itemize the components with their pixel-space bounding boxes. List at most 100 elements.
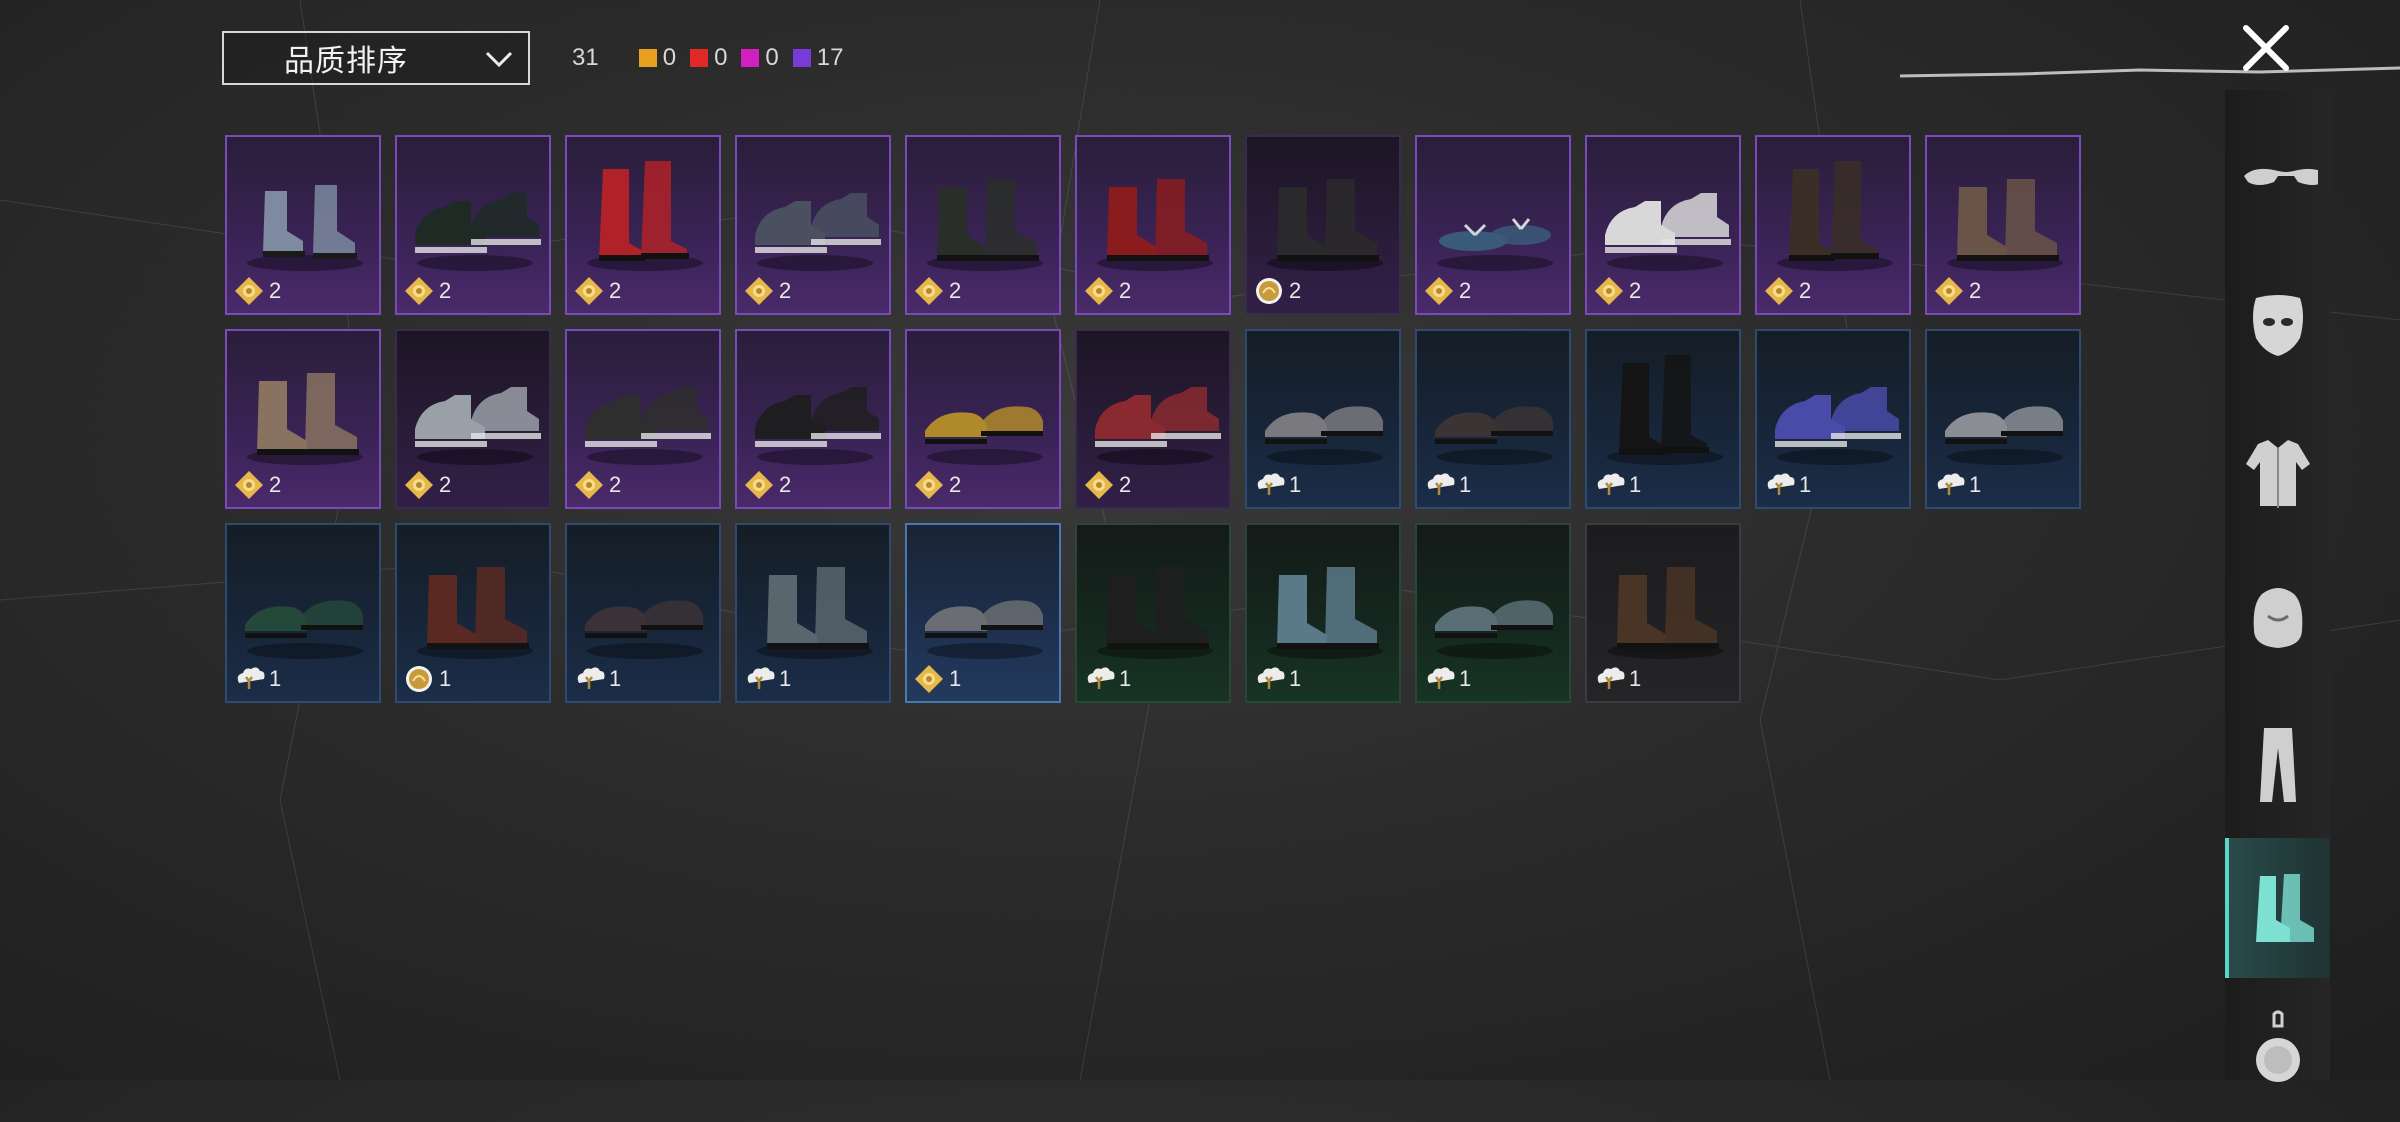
shoe-item-tile[interactable]: 1 — [905, 523, 1061, 703]
shoe-icon — [1267, 567, 1383, 659]
item-count: 1 — [609, 666, 622, 691]
sidebar-item-glasses[interactable] — [2225, 118, 2330, 258]
chevron-down-icon — [485, 51, 513, 68]
diamond-badge-icon — [915, 277, 943, 305]
item-count: 2 — [609, 472, 622, 497]
shoe-icon — [1947, 179, 2063, 271]
diamond-badge-icon — [1085, 277, 1113, 305]
shoe-icon — [1607, 355, 1723, 465]
diamond-badge-icon — [745, 471, 773, 499]
item-count: 1 — [1289, 666, 1302, 691]
shoe-item-tile[interactable]: 1 — [225, 523, 381, 703]
shoe-icon — [585, 387, 711, 465]
shoe-item-tile[interactable]: 1 — [1755, 329, 1911, 509]
item-count: 2 — [949, 278, 962, 303]
total-count: 31 — [572, 44, 599, 71]
shoe-item-tile[interactable]: 2 — [905, 329, 1061, 509]
cloud-badge-icon — [1597, 473, 1625, 495]
item-badge: 1 — [233, 663, 281, 695]
shoe-item-tile[interactable]: 2 — [1585, 135, 1741, 315]
shoe-item-tile[interactable]: 2 — [735, 329, 891, 509]
shoe-item-tile[interactable]: 1 — [395, 523, 551, 703]
item-count: 1 — [1459, 472, 1472, 497]
shoe-item-tile[interactable]: 1 — [735, 523, 891, 703]
item-badge: 2 — [573, 275, 621, 307]
shoe-item-tile[interactable]: 2 — [905, 135, 1061, 315]
shoe-item-tile[interactable]: 2 — [565, 329, 721, 509]
sidebar-item-pants[interactable] — [2225, 694, 2330, 834]
rarity-count-pink: 0 — [741, 44, 779, 72]
item-count: 2 — [1289, 278, 1302, 303]
shoe-item-tile[interactable]: 1 — [565, 523, 721, 703]
shoe-item-tile[interactable]: 2 — [395, 135, 551, 315]
diamond-badge-icon — [1425, 277, 1453, 305]
item-count: 1 — [1799, 472, 1812, 497]
item-badge: 1 — [1593, 469, 1641, 501]
diamond-badge-icon — [745, 277, 773, 305]
shoe-item-tile[interactable]: 1 — [1585, 329, 1741, 509]
item-badge: 1 — [1933, 469, 1981, 501]
shoe-item-tile[interactable]: 1 — [1585, 523, 1741, 703]
shoe-item-tile[interactable]: 1 — [1245, 523, 1401, 703]
diamond-badge-icon — [575, 277, 603, 305]
shoe-item-tile[interactable]: 2 — [1075, 329, 1231, 509]
sidebar-item-backpack[interactable] — [2225, 550, 2330, 690]
shoe-item-tile[interactable]: 1 — [1415, 329, 1571, 509]
item-badge: 2 — [743, 275, 791, 307]
shoe-item-tile[interactable]: 2 — [225, 329, 381, 509]
diamond-badge-icon — [1085, 471, 1113, 499]
item-count: 2 — [779, 472, 792, 497]
shoe-icon — [1095, 387, 1221, 465]
shoe-item-tile[interactable]: 2 — [225, 135, 381, 315]
shoe-item-tile[interactable]: 2 — [395, 329, 551, 509]
item-badge: 2 — [1083, 275, 1131, 307]
shoe-icon — [1435, 406, 1553, 465]
item-count: 1 — [1629, 666, 1642, 691]
diamond-badge-icon — [1935, 277, 1963, 305]
item-badge: 2 — [1593, 275, 1641, 307]
diamond-badge-icon — [915, 471, 943, 499]
item-badge: 2 — [403, 275, 451, 307]
glasses-icon — [2243, 168, 2318, 185]
item-count: 2 — [779, 278, 792, 303]
shoe-item-tile[interactable]: 2 — [565, 135, 721, 315]
item-count: 2 — [609, 278, 622, 303]
shoe-item-tile[interactable]: 2 — [1245, 135, 1401, 315]
rarity-count-orange: 0 — [638, 44, 676, 72]
sidebar-item-jacket[interactable] — [2225, 406, 2330, 546]
pendant-icon — [2255, 1010, 2300, 1082]
cloud-badge-icon — [1257, 473, 1285, 495]
shoe-item-tile[interactable]: 1 — [1075, 523, 1231, 703]
item-badge: 2 — [233, 275, 281, 307]
shoe-icon — [247, 373, 363, 465]
shoe-item-tile[interactable]: 2 — [1925, 135, 2081, 315]
sidebar-item-pendant[interactable] — [2225, 982, 2330, 1122]
shoe-item-tile[interactable]: 2 — [1755, 135, 1911, 315]
item-badge: 2 — [743, 469, 791, 501]
shoe-icon — [1437, 218, 1553, 271]
sort-dropdown[interactable]: 品质排序 — [222, 31, 530, 85]
item-badge: 1 — [1253, 663, 1301, 695]
shoe-icon — [1267, 179, 1383, 271]
shoe-item-tile[interactable]: 2 — [735, 135, 891, 315]
shoe-icon — [755, 387, 881, 465]
red-swatch — [690, 49, 709, 67]
close-icon[interactable] — [2238, 20, 2294, 76]
shoe-item-tile[interactable]: 2 — [1415, 135, 1571, 315]
shoe-icon — [1097, 567, 1213, 659]
purple-swatch — [792, 49, 811, 67]
shoe-item-tile[interactable]: 1 — [1245, 329, 1401, 509]
sidebar-item-mask[interactable] — [2225, 262, 2330, 402]
diamond-badge-icon — [405, 277, 433, 305]
shoe-item-tile[interactable]: 2 — [1075, 135, 1231, 315]
cloud-badge-icon — [1427, 667, 1455, 689]
diamond-badge-icon — [235, 277, 263, 305]
shoe-item-tile[interactable]: 1 — [1415, 523, 1571, 703]
item-badge: 2 — [1253, 275, 1301, 307]
shoe-icon — [1605, 193, 1731, 271]
sidebar-item-shoes[interactable] — [2225, 838, 2330, 978]
item-badge: 1 — [743, 663, 791, 695]
pink-swatch — [741, 49, 760, 67]
shoe-item-tile[interactable]: 1 — [1925, 329, 2081, 509]
mask-icon — [2252, 295, 2303, 356]
